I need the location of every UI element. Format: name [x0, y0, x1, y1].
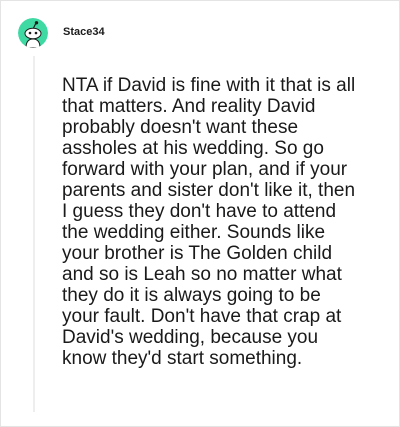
- comment-body: NTA if David is fine with it that is all…: [62, 75, 356, 369]
- comment-card: Stace34 NTA if David is fine with it tha…: [0, 0, 400, 427]
- comment-username[interactable]: Stace34: [63, 26, 105, 38]
- thread-line[interactable]: [33, 56, 35, 412]
- snoo-avatar-icon[interactable]: [18, 18, 48, 48]
